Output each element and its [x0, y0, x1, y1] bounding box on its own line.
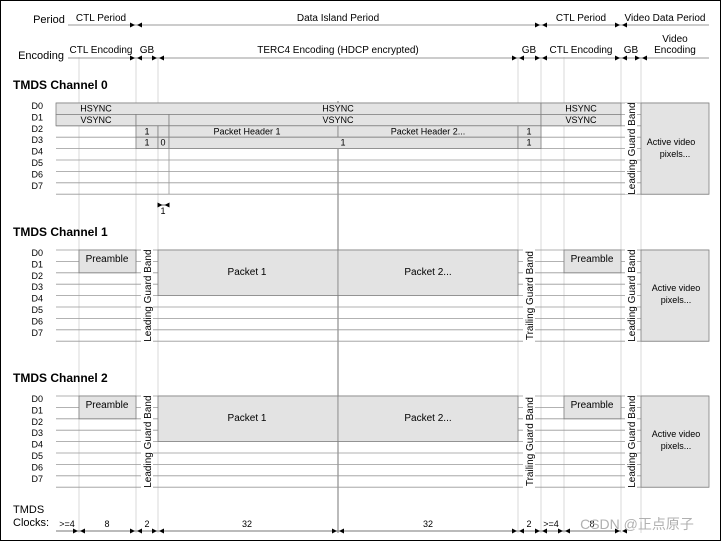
channel-title: TMDS Channel 2	[13, 371, 108, 385]
preamble-label: Preamble	[86, 254, 129, 265]
packet-1-label: Packet 1	[228, 267, 267, 278]
label: 1	[526, 126, 531, 136]
packet-2-label: Packet 2...	[404, 267, 451, 278]
row-label-d3: D3	[31, 428, 43, 438]
preamble-label: Preamble	[571, 254, 614, 265]
packet-header-1-label: Packet Header 1	[213, 126, 280, 136]
label: 1	[526, 138, 531, 148]
clock-count: >=4	[59, 519, 75, 529]
row-label-d2: D2	[31, 271, 43, 281]
row-label-d2: D2	[31, 124, 43, 134]
encoding-name: CTL Encoding	[550, 45, 613, 56]
row-label-d4: D4	[31, 294, 43, 304]
vsync-label: VSYNC	[565, 115, 597, 125]
channel-title: TMDS Channel 0	[13, 78, 108, 92]
active-video-label: pixels...	[661, 441, 692, 451]
diagram-frame: Period CTL Period Data Island Period CTL Pe…	[0, 0, 721, 541]
label: 1	[144, 138, 149, 148]
active-video-label: Active video	[652, 429, 701, 439]
row-label-d7: D7	[31, 328, 43, 338]
vsync-label: VSYNC	[80, 115, 112, 125]
clock-count: 2	[526, 519, 531, 529]
vsync-label: VSYNC	[322, 115, 354, 125]
label: 1	[340, 138, 345, 148]
leading-guard-band-label: Leading Guard Band	[627, 395, 638, 487]
active-video-label: Active video	[647, 137, 696, 147]
label: 1	[144, 126, 149, 136]
row-label-d6: D6	[31, 462, 43, 472]
clock-count: 8	[104, 519, 109, 529]
trailing-guard-band-label: Trailing Guard Band	[525, 251, 536, 340]
row-label-d0: D0	[31, 101, 43, 111]
period-name: Video Data Period	[625, 13, 706, 24]
period-label: Period	[33, 14, 65, 26]
row-label-d1: D1	[31, 259, 43, 269]
marker-label: 1	[160, 206, 165, 216]
clock-count: 32	[423, 519, 433, 529]
active-video-label: pixels...	[660, 149, 691, 159]
row-label-d4: D4	[31, 440, 43, 450]
row-label-d6: D6	[31, 316, 43, 326]
clock-count: 32	[242, 519, 252, 529]
encoding-name: Encoding	[654, 45, 696, 56]
clock-count: >=4	[543, 519, 559, 529]
vsync-cell	[168, 114, 542, 127]
clocks-label: Clocks:	[13, 517, 49, 529]
vsync-cell	[135, 114, 170, 127]
packet-header-2-label: Packet Header 2...	[391, 126, 466, 136]
hsync-label: HSYNC	[565, 104, 597, 114]
clocks-label: TMDS	[13, 504, 44, 516]
packet-1-label: Packet 1	[228, 413, 267, 424]
row-label-d3: D3	[31, 135, 43, 145]
hsync-label: HSYNC	[322, 104, 354, 114]
watermark: CSDN @正点原子	[580, 516, 694, 532]
preamble-label: Preamble	[86, 400, 129, 411]
encoding-name: CTL Encoding	[70, 45, 133, 56]
hsync-label: HSYNC	[80, 104, 112, 114]
row-label-d6: D6	[31, 169, 43, 179]
row-label-d1: D1	[31, 112, 43, 122]
row-label-d4: D4	[31, 147, 43, 157]
row-label-d5: D5	[31, 451, 43, 461]
hsync-cell	[55, 102, 542, 115]
packet-2-label: Packet 2...	[404, 413, 451, 424]
row-label-d5: D5	[31, 158, 43, 168]
hdmi-data-island-diagram: Period CTL Period Data Island Period CTL Pe…	[13, 13, 710, 534]
d2-cell	[157, 125, 170, 138]
row-label-d2: D2	[31, 417, 43, 427]
row-label-d3: D3	[31, 282, 43, 292]
trailing-guard-band-label: Trailing Guard Band	[525, 397, 536, 486]
encoding-name: GB	[624, 45, 639, 56]
period-name: CTL Period	[76, 13, 126, 24]
row-label-d7: D7	[31, 181, 43, 191]
period-name: CTL Period	[556, 13, 606, 24]
encoding-name: Video	[662, 34, 688, 45]
channel-title: TMDS Channel 1	[13, 225, 108, 239]
clock-count: 2	[144, 519, 149, 529]
encoding-label: Encoding	[18, 50, 64, 62]
encoding-name: GB	[140, 45, 155, 56]
row-label-d5: D5	[31, 305, 43, 315]
row-label-d0: D0	[31, 394, 43, 404]
row-label-d7: D7	[31, 474, 43, 484]
leading-guard-band-label: Leading Guard Band	[143, 395, 154, 487]
preamble-label: Preamble	[571, 400, 614, 411]
active-video-label: pixels...	[661, 295, 692, 305]
leading-guard-band-label: Leading Guard Band	[143, 249, 154, 341]
leading-guard-band-label: Leading Guard Band	[627, 102, 638, 194]
row-label-d1: D1	[31, 405, 43, 415]
row-label-d0: D0	[31, 248, 43, 258]
label: 0	[160, 138, 165, 148]
encoding-name: GB	[522, 45, 537, 56]
period-name: Data Island Period	[297, 13, 379, 24]
encoding-name: TERC4 Encoding (HDCP encrypted)	[257, 45, 419, 56]
active-video-label: Active video	[652, 283, 701, 293]
leading-guard-band-label: Leading Guard Band	[627, 249, 638, 341]
